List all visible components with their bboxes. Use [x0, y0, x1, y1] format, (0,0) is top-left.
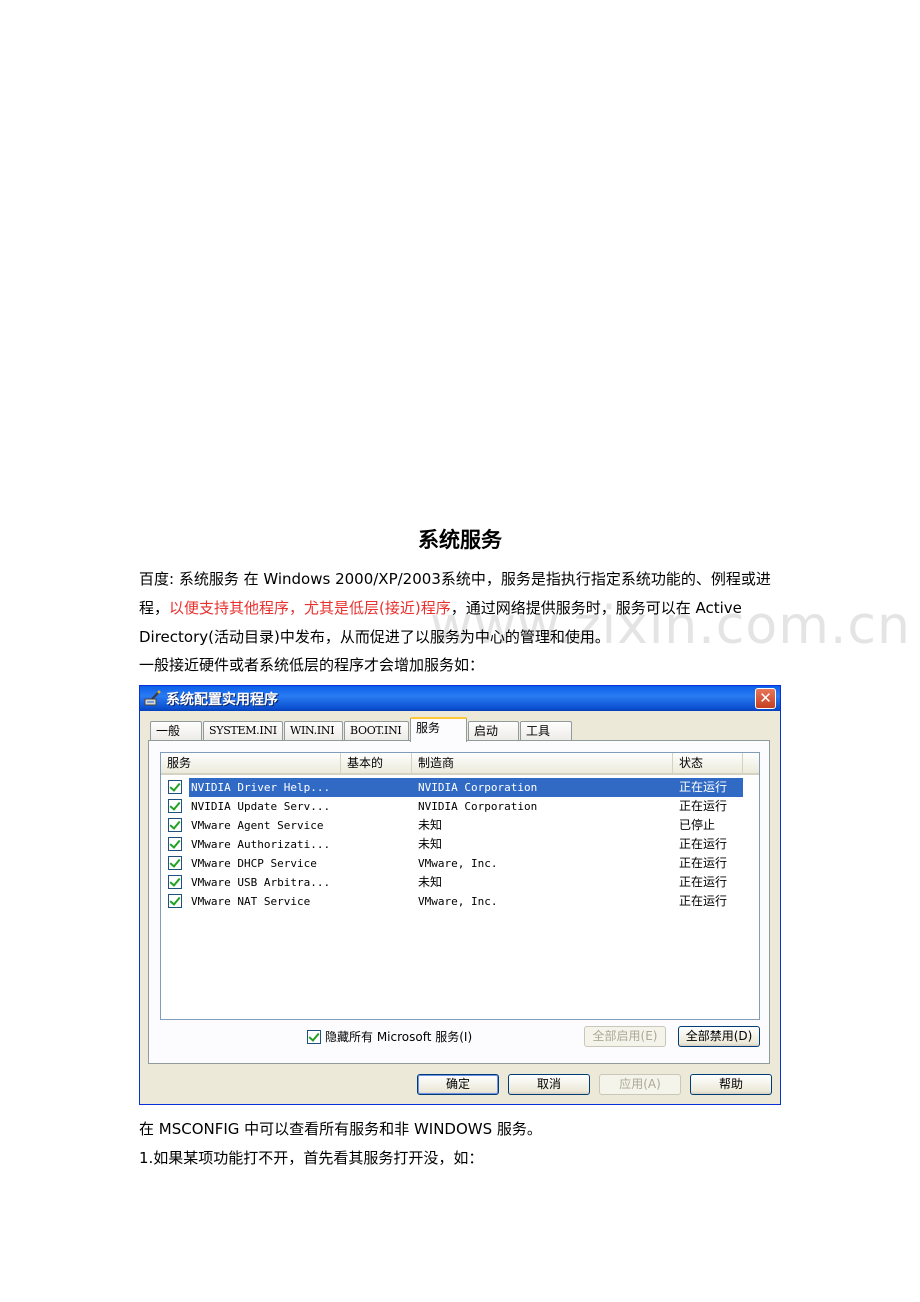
tab-startup[interactable]: 启动	[468, 721, 519, 741]
help-button[interactable]: 帮助	[690, 1074, 772, 1095]
service-manufacturer: 未知	[418, 818, 443, 832]
close-button[interactable]: ✕	[755, 688, 776, 709]
service-checkbox[interactable]	[168, 875, 182, 889]
service-status: 正在运行	[679, 875, 728, 889]
service-checkbox[interactable]	[168, 856, 182, 870]
service-manufacturer: 未知	[418, 875, 443, 889]
tab-system-ini[interactable]: SYSTEM.INI	[203, 721, 283, 741]
service-checkbox[interactable]	[168, 818, 182, 832]
tab-general[interactable]: 一般	[150, 721, 202, 741]
ok-button[interactable]: 确定	[417, 1074, 499, 1095]
table-row[interactable]: NVIDIA Update Serv... NVIDIA Corporation…	[161, 797, 759, 816]
hide-microsoft-services-label: 隐藏所有 Microsoft 服务(I)	[325, 1030, 473, 1044]
service-manufacturer: NVIDIA Corporation	[418, 781, 538, 794]
list-header: 服务 基本的 制造商 状态	[161, 753, 759, 775]
intro-text-highlight: 以便支持其他程序，尤其是低层(接近)程序	[169, 599, 451, 617]
col-manufacturer[interactable]: 制造商	[412, 753, 673, 775]
page-title: 系统服务	[418, 528, 502, 552]
tab-services[interactable]: 服务	[410, 717, 467, 742]
dialog-title: 系统配置实用程序	[166, 692, 278, 708]
service-manufacturer: 未知	[418, 837, 443, 851]
service-checkbox[interactable]	[168, 837, 182, 851]
service-manufacturer: VMware, Inc.	[418, 895, 498, 908]
col-service[interactable]: 服务	[161, 753, 341, 775]
service-manufacturer: NVIDIA Corporation	[418, 800, 538, 813]
service-checkbox[interactable]	[168, 780, 182, 794]
service-name: VMware Authorizati...	[191, 838, 331, 851]
close-icon: ✕	[759, 689, 772, 707]
table-row[interactable]: VMware DHCP Service VMware, Inc. 正在运行	[161, 854, 759, 873]
service-name: VMware Agent Service	[191, 819, 324, 832]
title-bar[interactable]: 系统配置实用程序 ✕	[140, 686, 780, 711]
table-row[interactable]: VMware Agent Service 未知 已停止	[161, 816, 759, 835]
service-status: 已停止	[679, 818, 716, 832]
service-status: 正在运行	[679, 799, 728, 813]
tab-tools[interactable]: 工具	[520, 721, 572, 741]
service-manufacturer: VMware, Inc.	[418, 857, 498, 870]
msconfig-paragraph: 在 MSCONFIG 中可以查看所有服务和非 WINDOWS 服务。	[139, 1120, 542, 1138]
intro-paragraph: 百度: 系统服务 在 Windows 2000/XP/2003系统中，服务是指执…	[139, 565, 784, 652]
service-name: NVIDIA Driver Help...	[189, 778, 341, 797]
service-name: VMware DHCP Service	[191, 857, 317, 870]
service-name: NVIDIA Update Serv...	[191, 800, 331, 813]
service-checkbox[interactable]	[168, 894, 182, 908]
service-name: VMware NAT Service	[191, 895, 311, 908]
cancel-button[interactable]: 取消	[508, 1074, 590, 1095]
lead-paragraph: 一般接近硬件或者系统低层的程序才会增加服务如：	[139, 656, 485, 674]
tab-boot-ini[interactable]: BOOT.INI	[344, 721, 409, 741]
checkbox-checked[interactable]	[307, 1030, 321, 1044]
services-list[interactable]: 服务 基本的 制造商 状态 NVIDIA Driver Help... NVID…	[160, 752, 760, 1020]
table-row[interactable]: VMware USB Arbitra... 未知 正在运行	[161, 873, 759, 892]
service-status: 正在运行	[679, 837, 728, 851]
table-row[interactable]: VMware Authorizati... 未知 正在运行	[161, 835, 759, 854]
table-row[interactable]: NVIDIA Driver Help... NVIDIA Corporation…	[161, 778, 759, 797]
apply-button[interactable]: 应用(A)	[599, 1074, 681, 1095]
msconfig-dialog: 系统配置实用程序 ✕ 一般 SYSTEM.INI WIN.INI BOOT.IN…	[139, 685, 781, 1105]
service-status: 正在运行	[679, 780, 728, 794]
service-name: VMware USB Arbitra...	[191, 876, 331, 889]
table-row[interactable]: VMware NAT Service VMware, Inc. 正在运行	[161, 892, 759, 911]
service-checkbox[interactable]	[168, 799, 182, 813]
enable-all-button[interactable]: 全部启用(E)	[584, 1026, 666, 1047]
services-panel: 服务 基本的 制造商 状态 NVIDIA Driver Help... NVID…	[148, 740, 770, 1064]
col-status[interactable]: 状态	[673, 753, 743, 775]
service-status: 正在运行	[679, 856, 728, 870]
tab-win-ini[interactable]: WIN.INI	[284, 721, 343, 741]
disable-all-button[interactable]: 全部禁用(D)	[678, 1026, 760, 1047]
col-essential[interactable]: 基本的	[341, 753, 412, 775]
service-status: 正在运行	[679, 894, 728, 908]
msconfig-app-icon	[144, 690, 161, 706]
step-1-paragraph: 1.如果某项功能打不开，首先看其服务打开没，如：	[139, 1149, 484, 1167]
